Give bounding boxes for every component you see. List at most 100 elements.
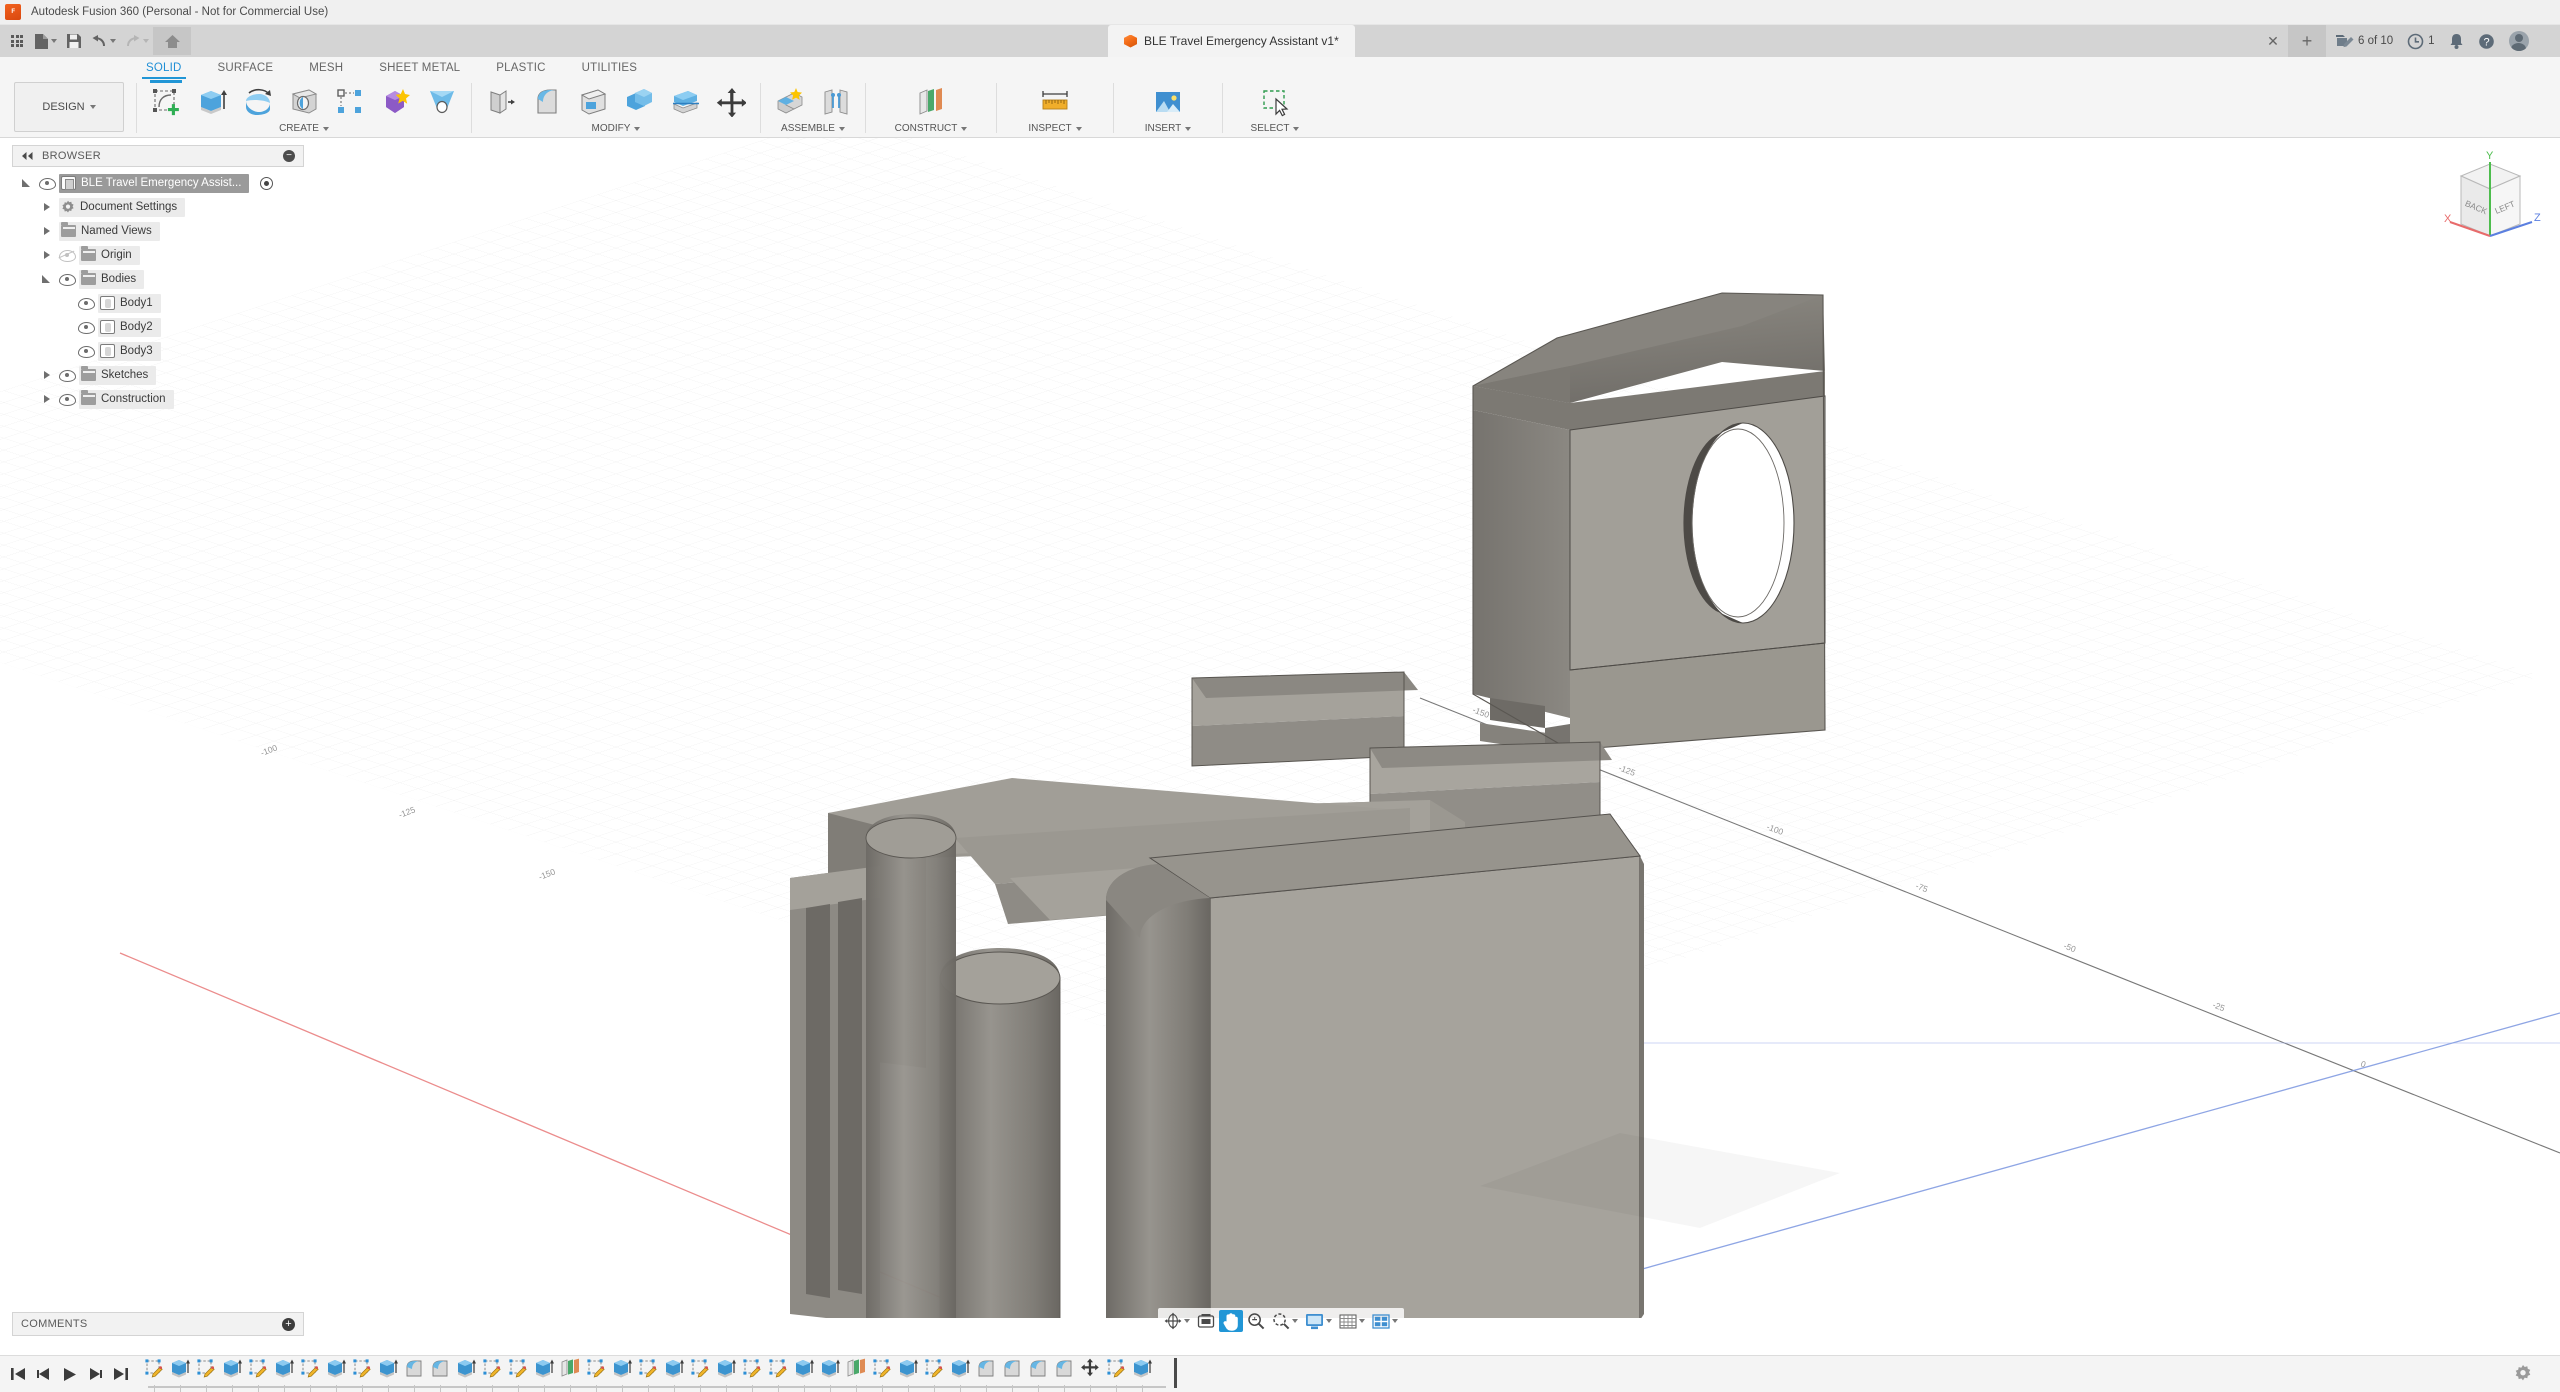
plus-icon[interactable]: + bbox=[282, 1317, 295, 1331]
gear-icon[interactable] bbox=[2514, 1364, 2532, 1382]
hole-button[interactable] bbox=[281, 82, 327, 122]
visibility-eye-icon[interactable] bbox=[39, 177, 56, 190]
timeline-feature-extrude[interactable] bbox=[609, 1356, 635, 1392]
expand-toggle[interactable] bbox=[40, 368, 54, 382]
offset-plane-button[interactable] bbox=[908, 82, 954, 122]
timeline-feature-extrude[interactable] bbox=[713, 1356, 739, 1392]
expand-toggle[interactable] bbox=[40, 392, 54, 406]
play-icon[interactable] bbox=[62, 1367, 77, 1382]
ribbon-tab-surface[interactable]: SURFACE bbox=[200, 57, 292, 79]
timeline-feature-fillet[interactable] bbox=[427, 1356, 453, 1392]
select-button[interactable] bbox=[1252, 82, 1298, 122]
visibility-eye-icon[interactable] bbox=[78, 321, 95, 334]
split-face-button[interactable] bbox=[662, 82, 708, 122]
timeline-feature-sketch[interactable] bbox=[193, 1356, 219, 1392]
notifications-button[interactable] bbox=[2444, 27, 2469, 55]
timeline-feature-fillet[interactable] bbox=[999, 1356, 1025, 1392]
ribbon-tab-sheet-metal[interactable]: SHEET METAL bbox=[361, 57, 478, 79]
combine-button[interactable] bbox=[616, 82, 662, 122]
measure-button[interactable] bbox=[1032, 82, 1078, 122]
account-button[interactable] bbox=[2504, 27, 2537, 55]
ribbon-group-insert-label[interactable]: INSERT bbox=[1120, 121, 1216, 136]
expand-toggle[interactable] bbox=[40, 248, 54, 262]
timeline-feature-move[interactable] bbox=[1077, 1356, 1103, 1392]
tree-node-sketches[interactable]: Sketches bbox=[12, 363, 304, 387]
timeline-feature-extrude[interactable] bbox=[817, 1356, 843, 1392]
timeline-feature-extrude[interactable] bbox=[895, 1356, 921, 1392]
ribbon-group-select-label[interactable]: SELECT bbox=[1229, 121, 1321, 136]
timeline-feature-sketch[interactable] bbox=[765, 1356, 791, 1392]
timeline-feature-sketch[interactable] bbox=[635, 1356, 661, 1392]
document-tab[interactable]: BLE Travel Emergency Assistant v1* bbox=[1108, 25, 1355, 57]
expand-toggle[interactable] bbox=[20, 176, 34, 190]
new-component-button[interactable] bbox=[767, 82, 813, 122]
new-tab-button[interactable]: + bbox=[2288, 25, 2326, 57]
timeline-feature-sketch[interactable] bbox=[505, 1356, 531, 1392]
ribbon-group-assemble-label[interactable]: ASSEMBLE bbox=[767, 121, 859, 136]
ribbon-group-modify-label[interactable]: MODIFY bbox=[478, 121, 754, 136]
insert-image-button[interactable] bbox=[1145, 82, 1191, 122]
ribbon-tab-utilities[interactable]: UTILITIES bbox=[564, 57, 655, 79]
ribbon-group-create-label[interactable]: CREATE bbox=[143, 121, 465, 136]
timeline-feature-fillet[interactable] bbox=[401, 1356, 427, 1392]
timeline-feature-sketch[interactable] bbox=[1103, 1356, 1129, 1392]
timeline-feature-plane[interactable] bbox=[557, 1356, 583, 1392]
timeline-feature-fillet[interactable] bbox=[1051, 1356, 1077, 1392]
minus-icon[interactable]: − bbox=[283, 150, 295, 162]
timeline-feature-fillet[interactable] bbox=[1025, 1356, 1051, 1392]
comments-panel[interactable]: COMMENTS + bbox=[12, 1312, 304, 1336]
skip-end-icon[interactable] bbox=[113, 1367, 129, 1381]
timeline-feature-extrude[interactable] bbox=[219, 1356, 245, 1392]
ribbon-group-construct-label[interactable]: CONSTRUCT bbox=[872, 121, 990, 136]
timeline-feature-extrude[interactable] bbox=[453, 1356, 479, 1392]
tree-node-root[interactable]: BLE Travel Emergency Assist... bbox=[12, 171, 304, 195]
fit-button[interactable] bbox=[1269, 1310, 1301, 1332]
shell-button[interactable] bbox=[570, 82, 616, 122]
new-document-button[interactable] bbox=[30, 27, 61, 55]
tree-node-construction[interactable]: Construction bbox=[12, 387, 304, 411]
ribbon-tab-solid[interactable]: SOLID bbox=[128, 57, 200, 79]
create-sketch-button[interactable] bbox=[143, 80, 189, 122]
timeline-feature-fillet[interactable] bbox=[973, 1356, 999, 1392]
grid-snaps-button[interactable] bbox=[1336, 1310, 1368, 1332]
timeline-feature-extrude[interactable] bbox=[791, 1356, 817, 1392]
step-back-icon[interactable] bbox=[36, 1367, 52, 1381]
ribbon-tab-plastic[interactable]: PLASTIC bbox=[478, 57, 563, 79]
extrude-button[interactable] bbox=[189, 82, 235, 122]
timeline-feature-extrude[interactable] bbox=[947, 1356, 973, 1392]
history-button[interactable]: 1 bbox=[2402, 27, 2439, 55]
redo-button[interactable] bbox=[120, 27, 153, 55]
workspace-switcher-button[interactable]: DESIGN bbox=[14, 82, 124, 132]
timeline-feature-sketch[interactable] bbox=[739, 1356, 765, 1392]
timeline-feature-sketch[interactable] bbox=[297, 1356, 323, 1392]
tree-node-bodies[interactable]: Bodies bbox=[12, 267, 304, 291]
expand-toggle[interactable] bbox=[40, 272, 54, 286]
tree-node-body3[interactable]: Body3 bbox=[12, 339, 304, 363]
visibility-eye-icon[interactable] bbox=[78, 345, 95, 358]
press-pull-button[interactable] bbox=[478, 82, 524, 122]
timeline-feature-sketch[interactable] bbox=[869, 1356, 895, 1392]
close-tab-button[interactable]: ✕ bbox=[2258, 25, 2288, 57]
move-copy-button[interactable] bbox=[708, 82, 754, 122]
timeline-feature-extrude[interactable] bbox=[271, 1356, 297, 1392]
save-button[interactable] bbox=[61, 27, 87, 55]
look-at-button[interactable] bbox=[1194, 1310, 1218, 1332]
create-form-button[interactable] bbox=[373, 82, 419, 122]
help-button[interactable]: ? bbox=[2473, 27, 2500, 55]
expand-toggle[interactable] bbox=[40, 200, 54, 214]
timeline-feature-extrude[interactable] bbox=[375, 1356, 401, 1392]
timeline-feature-extrude[interactable] bbox=[661, 1356, 687, 1392]
timeline-feature-sketch[interactable] bbox=[479, 1356, 505, 1392]
skip-start-icon[interactable] bbox=[10, 1367, 26, 1381]
orbit-button[interactable] bbox=[1161, 1310, 1193, 1332]
undo-button[interactable] bbox=[87, 27, 120, 55]
viewport-canvas[interactable]: -150 -125 -100 -75 -50 -25 0 -150 -125 -… bbox=[0, 138, 2560, 1318]
display-settings-button[interactable] bbox=[1302, 1310, 1335, 1332]
ribbon-group-inspect-label[interactable]: INSPECT bbox=[1003, 121, 1107, 136]
timeline-feature-extrude[interactable] bbox=[1129, 1356, 1155, 1392]
timeline-feature-sketch[interactable] bbox=[245, 1356, 271, 1392]
job-status-button[interactable]: 6 of 10 bbox=[2330, 27, 2398, 55]
timeline-playhead[interactable] bbox=[1174, 1358, 1177, 1388]
viewport-layout-button[interactable] bbox=[1369, 1310, 1401, 1332]
timeline-feature-sketch[interactable] bbox=[141, 1356, 167, 1392]
